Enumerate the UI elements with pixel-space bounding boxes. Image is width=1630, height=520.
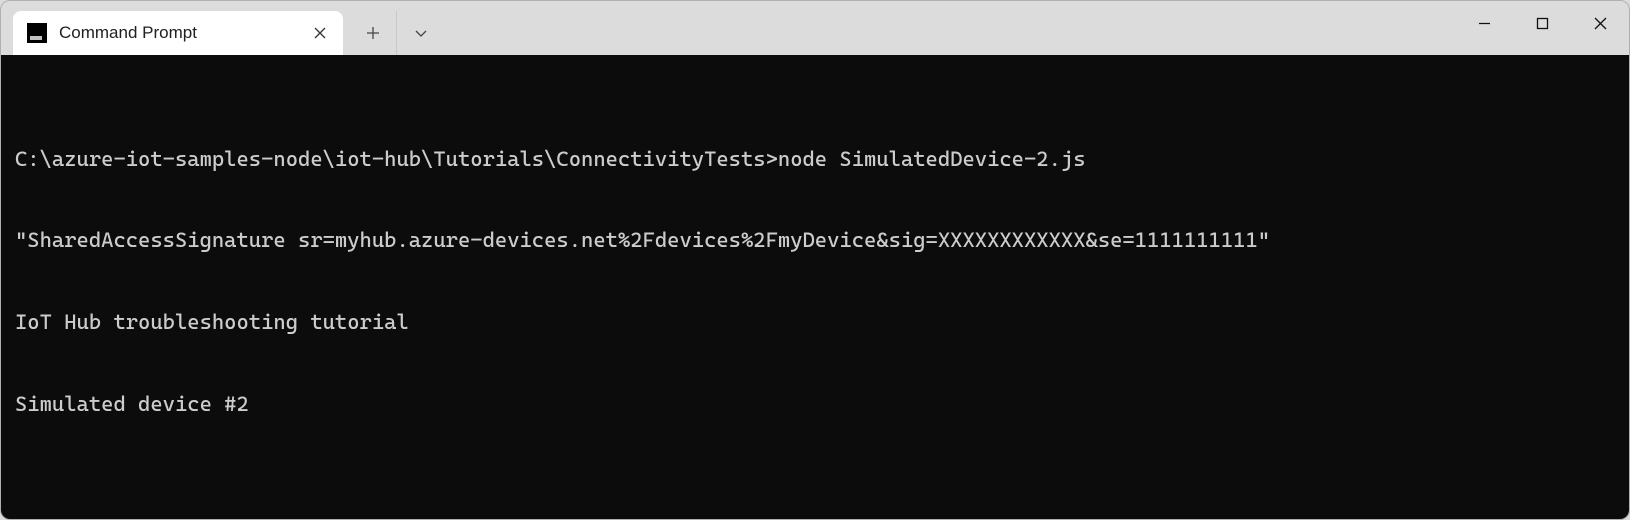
tab-title: Command Prompt: [59, 23, 299, 43]
new-tab-button[interactable]: [349, 11, 397, 55]
titlebar: Command Prompt: [1, 1, 1629, 55]
close-window-button[interactable]: [1571, 3, 1629, 43]
cmd-icon: [27, 23, 47, 43]
minimize-button[interactable]: [1455, 3, 1513, 43]
terminal-line: Simulated device #2: [15, 391, 1617, 418]
terminal-output[interactable]: C:\azure-iot-samples-node\iot-hub\Tutori…: [1, 55, 1629, 519]
maximize-button[interactable]: [1513, 3, 1571, 43]
terminal-line: "SharedAccessSignature sr=myhub.azure-de…: [15, 227, 1617, 254]
terminal-window: Command Prompt: [0, 0, 1630, 520]
plus-icon: [366, 26, 380, 40]
terminal-line: IoT Hub troubleshooting tutorial: [15, 309, 1617, 336]
close-icon: [1594, 17, 1607, 30]
minimize-icon: [1478, 17, 1491, 30]
window-controls: [1455, 1, 1629, 55]
tab-strip: Command Prompt: [1, 1, 1455, 55]
tab-dropdown-button[interactable]: [397, 11, 445, 55]
close-tab-button[interactable]: [311, 24, 329, 42]
terminal-line: C:\azure-iot-samples-node\iot-hub\Tutori…: [15, 146, 1617, 173]
maximize-icon: [1536, 17, 1549, 30]
chevron-down-icon: [414, 26, 428, 40]
tab-command-prompt[interactable]: Command Prompt: [13, 11, 343, 55]
tabbar-actions: [343, 1, 445, 55]
close-icon: [314, 27, 326, 39]
